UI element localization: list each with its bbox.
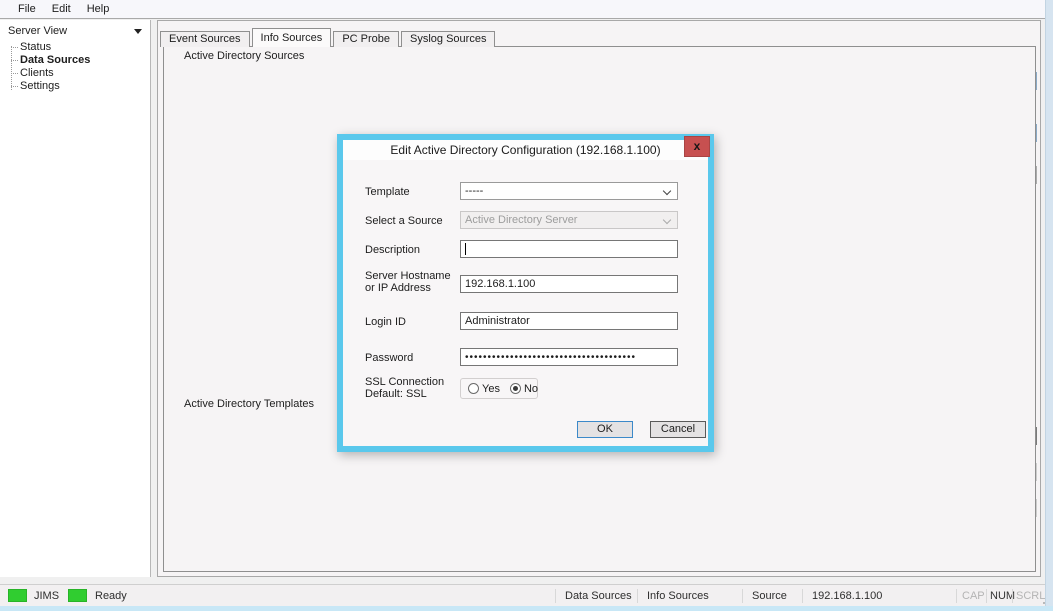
ssl-radio-group: Yes No <box>460 378 538 399</box>
status-segment-source: Source <box>752 590 787 602</box>
tab-strip: Event Sources Info Sources PC Probe Sysl… <box>160 29 497 47</box>
ssl-label-line2: Default: SSL <box>365 388 460 400</box>
close-icon: x <box>694 139 701 153</box>
status-separator <box>555 589 556 603</box>
menu-bar: File Edit Help <box>0 0 1053 19</box>
status-segment-view: Data Sources <box>565 590 632 602</box>
edit-ad-configuration-dialog: Edit Active Directory Configuration (192… <box>337 134 714 452</box>
password-masked-value: •••••••••••••••••••••••••••••••••••••• <box>465 352 636 363</box>
sidebar-item-status[interactable]: Status <box>8 41 51 53</box>
jims-status-indicator <box>8 589 27 602</box>
login-id-value: Administrator <box>465 315 530 327</box>
status-segment-tab: Info Sources <box>647 590 709 602</box>
sidebar-item-settings[interactable]: Settings <box>8 80 60 92</box>
app-name-label: JIMS <box>34 590 59 602</box>
tab-info-sources[interactable]: Info Sources <box>252 28 332 47</box>
radio-unchecked-icon[interactable] <box>468 383 479 394</box>
status-separator <box>1012 589 1013 603</box>
tab-syslog-sources[interactable]: Syslog Sources <box>401 31 495 47</box>
window-bottom-border <box>0 606 1053 611</box>
radio-checked-icon[interactable] <box>510 383 521 394</box>
sources-groupbox-title: Active Directory Sources <box>180 50 308 62</box>
chevron-down-icon <box>663 187 671 195</box>
server-hostname-label: Server Hostname or IP Address <box>365 270 460 294</box>
template-dropdown-value: ----- <box>465 185 483 197</box>
sidebar-item-data-sources[interactable]: Data Sources <box>8 54 90 66</box>
dialog-title: Edit Active Directory Configuration (192… <box>390 143 660 157</box>
login-id-label: Login ID <box>365 316 460 328</box>
menu-help[interactable]: Help <box>79 1 118 17</box>
server-view-header[interactable]: Server View <box>0 22 150 40</box>
ssl-no-option[interactable]: No <box>510 383 538 395</box>
description-label: Description <box>365 244 460 256</box>
ssl-yes-label: Yes <box>482 383 500 395</box>
description-input[interactable] <box>460 240 678 258</box>
scroll-lock-indicator: SCRL <box>1016 590 1045 602</box>
template-dropdown[interactable]: ----- <box>460 182 678 200</box>
window-right-border <box>1045 0 1053 611</box>
status-message: Ready <box>95 590 127 602</box>
close-button[interactable]: x <box>684 136 710 157</box>
login-id-input[interactable]: Administrator <box>460 312 678 330</box>
ssl-connection-label: SSL Connection Default: SSL <box>365 376 460 400</box>
caps-lock-indicator: CAP <box>962 590 985 602</box>
server-hostname-value: 192.168.1.100 <box>465 278 535 290</box>
cancel-button[interactable]: Cancel <box>650 421 706 438</box>
server-view-label: Server View <box>8 25 67 37</box>
tab-pc-probe[interactable]: PC Probe <box>333 31 399 47</box>
sidebar: Server View Status Data Sources Clients … <box>0 20 151 577</box>
ssl-yes-option[interactable]: Yes <box>468 383 500 395</box>
dialog-title-bar[interactable]: Edit Active Directory Configuration (192… <box>343 140 708 160</box>
menu-edit[interactable]: Edit <box>44 1 79 17</box>
ssl-label-line1: SSL Connection <box>365 376 460 388</box>
ready-status-indicator <box>68 589 87 602</box>
status-separator <box>986 589 987 603</box>
menu-file[interactable]: File <box>10 1 44 17</box>
ssl-no-label: No <box>524 383 538 395</box>
password-input[interactable]: •••••••••••••••••••••••••••••••••••••• <box>460 348 678 366</box>
dialog-body: Template ----- Select a Source Active Di… <box>343 160 708 446</box>
source-dropdown: Active Directory Server <box>460 211 678 229</box>
password-label: Password <box>365 352 460 364</box>
select-source-label: Select a Source <box>365 215 460 227</box>
text-cursor <box>465 243 466 255</box>
ok-button[interactable]: OK <box>577 421 633 438</box>
sidebar-item-clients[interactable]: Clients <box>8 67 54 79</box>
status-separator <box>956 589 957 603</box>
chevron-down-icon <box>663 216 671 224</box>
tab-event-sources[interactable]: Event Sources <box>160 31 250 47</box>
template-label: Template <box>365 186 460 198</box>
collapse-arrow-icon[interactable] <box>134 29 142 34</box>
status-separator <box>802 589 803 603</box>
status-bar: JIMS Ready Data Sources Info Sources Sou… <box>0 584 1053 606</box>
server-hostname-input[interactable]: 192.168.1.100 <box>460 275 678 293</box>
source-dropdown-value: Active Directory Server <box>465 214 577 226</box>
templates-groupbox-title: Active Directory Templates <box>180 398 318 410</box>
application-window: File Edit Help Server View Status Data S… <box>0 0 1053 611</box>
status-separator <box>742 589 743 603</box>
status-segment-ip: 192.168.1.100 <box>812 590 882 602</box>
status-separator <box>637 589 638 603</box>
